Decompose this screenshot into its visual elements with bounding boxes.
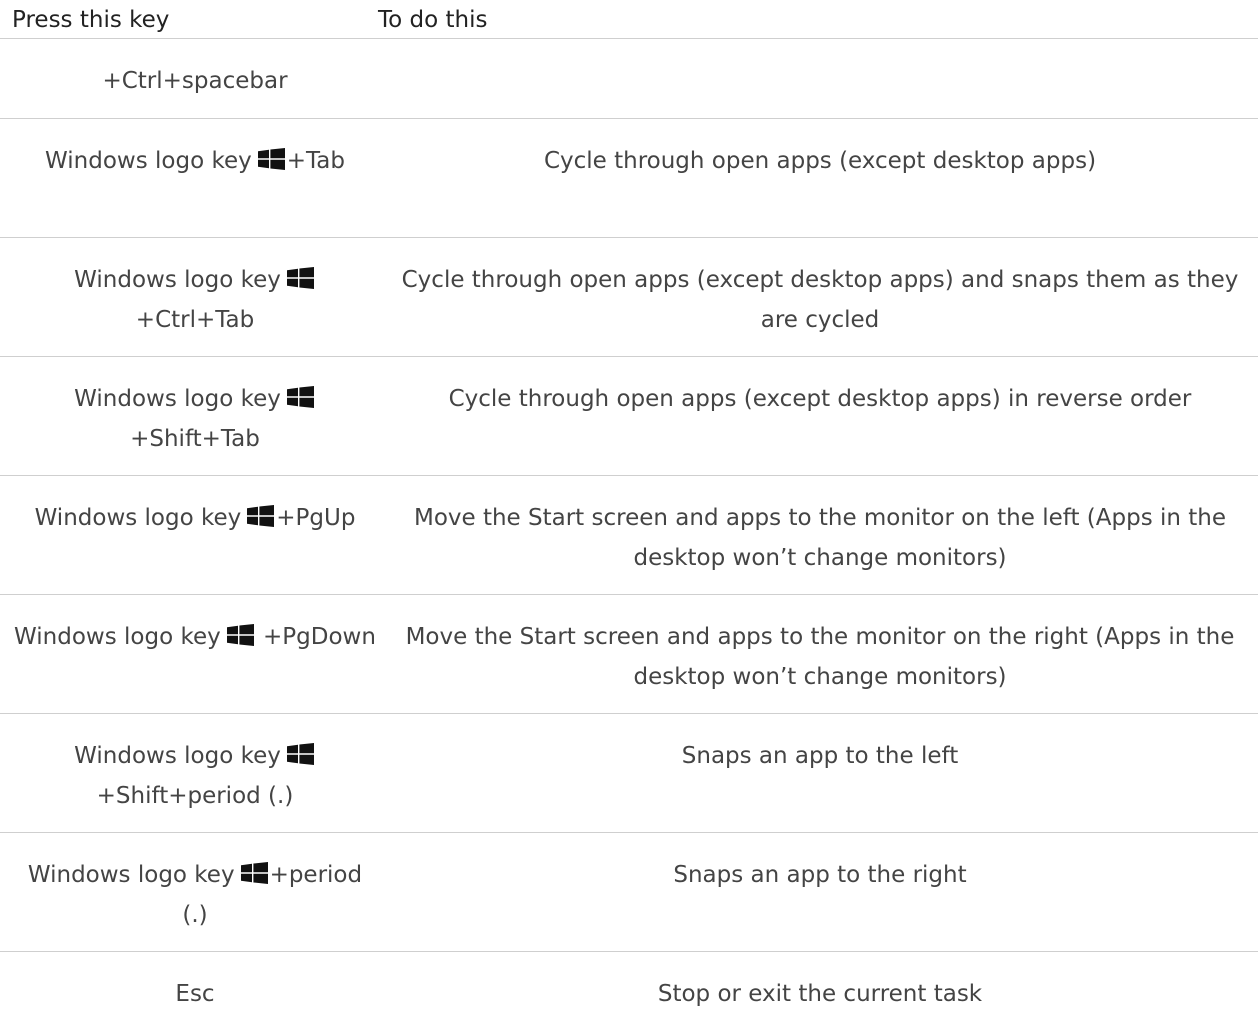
windows-logo-icon [286,386,314,408]
table-row: Windows logo key +Shift+period (.) Snaps… [0,714,1258,833]
table-header: Press this key To do this [0,0,1258,39]
key-suffix: +Ctrl+spacebar [102,68,288,94]
shortcut-table: Press this key To do this +Ctrl+spacebar… [0,0,1258,1007]
key-cell: Windows logo key +PgDown [0,595,390,713]
windows-logo-icon [240,862,268,884]
action-cell: Cycle through open apps (except desktop … [448,386,1192,412]
key-suffix: +Tab [286,148,345,174]
key-prefix: Windows logo key [14,624,221,650]
header-action-column: To do this [378,7,488,33]
key-cell: Windows logo key +Tab [0,119,390,237]
key-cell: Windows logo key +Shift+period (.) [0,714,390,832]
action-cell: Move the Start screen and apps to the mo… [413,505,1227,571]
table-row: Windows logo key +period (.) Snaps an app… [0,833,1258,952]
windows-logo-icon [257,148,285,170]
action-cell: Stop or exit the current task [657,981,983,1007]
action-cell: Snaps an app to the right [673,862,967,888]
key-prefix: Windows logo key [74,386,281,412]
key-suffix: +PgUp [276,505,356,531]
key-prefix: Windows logo key [34,505,242,531]
action-cell [390,39,1258,118]
key-suffix: +Shift+period (.) [96,783,294,809]
table-row: Windows logo key +Tab Cycle through open … [0,119,1258,238]
windows-logo-icon [286,743,314,765]
action-cell: Snaps an app to the left [681,743,959,769]
key-cell: Windows logo key +Shift+Tab [0,357,390,475]
table-row: +Ctrl+spacebar [0,39,1258,119]
key-cell: +Ctrl+spacebar [0,39,390,118]
table-row: Esc Stop or exit the current task [0,952,1258,1032]
key-cell: Windows logo key +PgUp [0,476,390,594]
key-cell: Esc [0,952,390,1032]
key-suffix: +PgDown [263,624,376,650]
windows-logo-icon [226,624,254,646]
key-suffix: +Ctrl+Tab [135,307,255,333]
key-prefix: Windows logo key [27,862,235,888]
key-suffix: Esc [175,981,215,1007]
key-cell: Windows logo key +Ctrl+Tab [0,238,390,356]
key-cell: Windows logo key +period (.) [0,833,390,951]
action-cell: Move the Start screen and apps to the mo… [405,624,1235,690]
key-suffix: +Shift+Tab [130,426,260,452]
windows-logo-icon [247,505,275,527]
key-prefix: Windows logo key [74,743,281,769]
action-cell: Cycle through open apps (except desktop … [401,267,1239,333]
table-row: Windows logo key +PgUp Move the Start scr… [0,476,1258,595]
table-body: +Ctrl+spacebar Windows logo key +Tab Cycl… [0,39,1258,1032]
header-key-column: Press this key [12,7,170,33]
action-cell: Cycle through open apps (except desktop … [543,148,1097,174]
key-prefix: Windows logo key [74,267,281,293]
table-row: Windows logo key +Ctrl+Tab Cycle through… [0,238,1258,357]
key-prefix: Windows logo key [45,148,252,174]
windows-logo-icon [286,267,314,289]
table-row: Windows logo key +Shift+Tab Cycle throug… [0,357,1258,476]
table-row: Windows logo key +PgDown Move the Start … [0,595,1258,714]
